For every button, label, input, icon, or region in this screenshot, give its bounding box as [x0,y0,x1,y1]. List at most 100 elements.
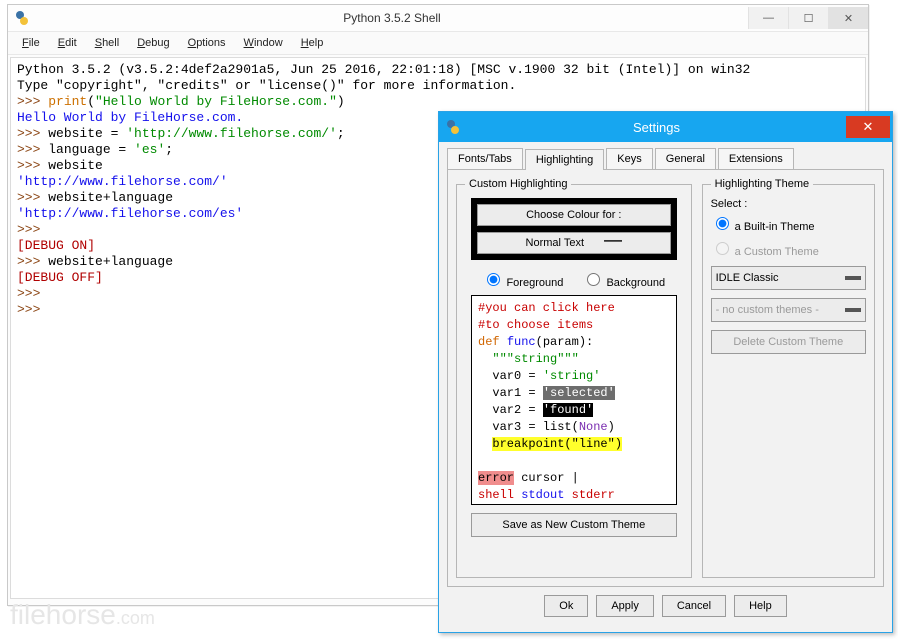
close-button[interactable]: ✕ [828,7,868,29]
radio-background[interactable]: Background [582,277,665,289]
ok-button[interactable]: Ok [544,595,588,617]
assign-site: website = [48,126,126,141]
save-as-theme-button[interactable]: Save as New Custom Theme [471,513,677,537]
dialog-title: Settings [467,120,846,135]
menu-file[interactable]: File [14,35,48,51]
tab-highlighting[interactable]: Highlighting [525,149,604,170]
left-legend: Custom Highlighting [465,178,571,190]
python-icon [445,119,461,135]
tab-general[interactable]: General [655,148,716,169]
shell-titlebar: Python 3.5.2 Shell — ☐ ✕ [8,5,868,31]
assign-lang: language = [48,142,134,157]
theme-name: IDLE Classic [716,272,779,284]
echo-concat: 'http://www.filehorse.com/es' [17,206,243,221]
tabs: Fonts/Tabs Highlighting Keys General Ext… [447,148,884,169]
highlight-preview[interactable]: #you can click here #to choose items def… [471,295,677,505]
menu-bar: File Edit Shell Debug Options Window Hel… [8,31,868,55]
site-val: 'http://www.filehorse.com/' [126,126,337,141]
pv-shell: shell [478,488,521,502]
watermark: filehorse.com [10,599,155,631]
pv-c1: #you can click here [478,301,615,315]
python-icon [14,10,30,26]
print-kw: print [48,94,87,109]
fg-bg-radios: Foreground Background [465,270,683,289]
dialog-titlebar: Settings ✕ [439,112,892,142]
menu-help[interactable]: Help [293,35,332,51]
menu-options[interactable]: Options [180,35,234,51]
prompt: >>> [17,94,48,109]
p4: >>> [17,158,48,173]
p2: >>> [17,126,48,141]
pv-stdout: stdout [521,488,571,502]
pv-doc: """string""" [478,352,579,366]
theme-dropdown[interactable]: IDLE Classic [711,266,866,290]
minimize-button[interactable]: — [748,7,788,29]
maximize-button[interactable]: ☐ [788,7,828,29]
menu-debug[interactable]: Debug [129,35,177,51]
menu-shell[interactable]: Shell [87,35,127,51]
radio-builtin[interactable]: a Built-in Theme [711,214,866,233]
shell-title: Python 3.5.2 Shell [36,11,748,25]
element-kind-dropdown[interactable]: Normal Text [477,232,671,254]
p7: >>> [17,254,48,269]
tab-keys[interactable]: Keys [606,148,652,169]
debug-on: [DEBUG ON] [17,238,95,253]
radio-custom[interactable]: a Custom Theme [711,239,866,258]
menu-edit[interactable]: Edit [50,35,85,51]
tab-body: Custom Highlighting Choose Colour for : … [447,169,884,587]
radio-foreground[interactable]: Foreground [482,277,563,289]
dialog-buttons: Ok Apply Cancel Help [439,591,892,627]
watermark-main: filehorse [10,599,116,630]
nocustom-label: - no custom themes - [716,304,819,316]
kind-label: Normal Text [526,237,584,249]
pv-sig: (param): [536,335,594,349]
pv-err: error [478,471,514,485]
banner2: Type "copyright", "credits" or "license(… [17,78,516,93]
menu-window[interactable]: Window [236,35,291,51]
echo-site: 'http://www.filehorse.com/' [17,174,228,189]
semi: ; [337,126,345,141]
pv-v3pre: var3 = list( [478,420,579,434]
concat-cmd: website+language [48,190,173,205]
dropdown-icon [604,240,622,246]
help-button[interactable]: Help [734,595,787,617]
pv-v0str: 'string' [543,369,601,383]
banner1: Python 3.5.2 (v3.5.2:4def2a2901a5, Jun 2… [17,62,750,77]
pv-blank [478,454,485,468]
tab-extensions[interactable]: Extensions [718,148,794,169]
pv-v2pre: var2 = [478,403,543,417]
print-arg: "Hello World by FileHorse.com." [95,94,337,109]
pv-def: def [478,335,500,349]
right-legend: Highlighting Theme [711,178,814,190]
dialog-close-button[interactable]: ✕ [846,116,890,138]
pv-bppre [478,437,492,451]
apply-button[interactable]: Apply [596,595,654,617]
pv-c2: #to choose items [478,318,593,332]
pv-stderr: stderr [572,488,615,502]
custom-highlighting-group: Custom Highlighting Choose Colour for : … [456,178,692,578]
pv-v0pre: var0 = [478,369,543,383]
p5: >>> [17,190,48,205]
p3: >>> [17,142,48,157]
custom-theme-dropdown: - no custom themes - [711,298,866,322]
lang-val: 'es' [134,142,165,157]
choose-colour-button[interactable]: Choose Colour for : [477,204,671,226]
concat-cmd2: website+language [48,254,173,269]
p6: >>> [17,222,48,237]
pv-errrest: cursor | [514,471,579,485]
pv-bp: breakpoint("line") [492,437,622,451]
window-buttons: — ☐ ✕ [748,7,868,29]
semi2: ; [165,142,173,157]
tab-fonts[interactable]: Fonts/Tabs [447,148,523,169]
cancel-button[interactable]: Cancel [662,595,726,617]
pv-func: func [507,335,536,349]
pv-v1pre: var1 = [478,386,543,400]
highlighting-theme-group: Highlighting Theme Select : a Built-in T… [702,178,875,578]
pv-v3none: None [579,420,608,434]
delete-label: Delete Custom Theme [733,336,843,348]
watermark-tld: .com [116,608,155,628]
pv-v1sel: 'selected' [543,386,615,400]
pv-v2fnd: 'found' [543,403,593,417]
save-label: Save as New Custom Theme [502,519,645,531]
out-hello: Hello World by FileHorse.com. [17,110,243,125]
